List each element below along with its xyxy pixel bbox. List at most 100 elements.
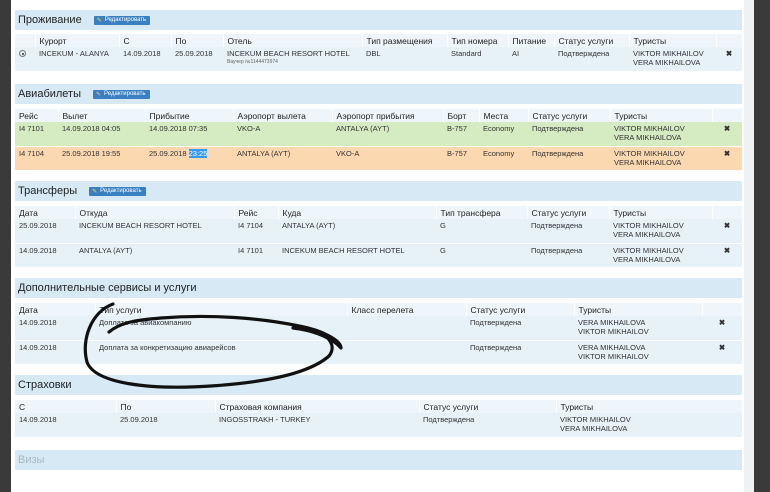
column-header: Отель — [223, 34, 363, 47]
cell-room: Standard — [447, 47, 508, 72]
tourist-name: VIKTOR MIKHAILOV — [613, 245, 684, 255]
table-row: 14.09.2018 25.09.2018 INGOSSTRAKH - TURK… — [15, 413, 742, 438]
cell-date: 14.09.2018 — [15, 340, 95, 365]
cell-resort: INCEKUM - ALANYA — [35, 47, 119, 72]
cell-date: 25.09.2018 — [15, 219, 75, 244]
cell-date: 14.09.2018 — [15, 316, 95, 341]
column-header: Рейс — [234, 206, 279, 219]
cell-date: 14.09.2018 — [15, 243, 75, 268]
column-header: Статус услуги — [554, 34, 630, 47]
column-header: Питание — [508, 34, 555, 47]
tourist-name: VERA MIKHAILOVA — [613, 254, 681, 264]
tourist-name: VIKTOR MIKHAILOV — [578, 351, 649, 361]
tourist-name: VERA MIKHAILOVA — [613, 230, 681, 239]
column-header: Рейс — [15, 109, 59, 122]
section-title: Трансферы — [18, 185, 78, 197]
column-header: Аэропорт прибытия — [332, 109, 444, 122]
column-header: Статус услуги — [419, 400, 557, 413]
column-header: По — [171, 34, 224, 47]
table-header-row: Дата Тип услуги Класс перелета Статус ус… — [15, 303, 743, 316]
edit-button-label: Редактировать — [104, 91, 146, 97]
section-header-accommodation: Проживание ✎ Редактировать — [15, 10, 742, 30]
booking-details-page: Проживание ✎ Редактировать Курорт С По От… — [11, 0, 744, 492]
edit-flights-button[interactable]: ✎ Редактировать — [93, 89, 150, 99]
cell-to: ANTALYA (AYT) — [278, 219, 436, 244]
delete-x-icon[interactable]: ✖ — [702, 316, 742, 341]
table-header-row: Курорт С По Отель Тип размещения Тип ном… — [15, 34, 743, 47]
column-header: Курорт — [35, 34, 120, 47]
cell-from: ANTALYA (AYT) — [75, 243, 234, 268]
column-header: Статус услуги — [466, 303, 575, 316]
tourist-name: VERA MIKHAILOVA — [578, 318, 646, 327]
cell-to-airport: VKO-A — [332, 146, 443, 171]
cell-status: Подтверждена — [528, 122, 610, 147]
cell-arrival: 14.09.2018 07:35 — [145, 122, 233, 147]
cell-status: Подтверждена — [527, 243, 609, 268]
section-title: Проживание — [18, 14, 82, 26]
voucher-number: Ваучер №1144473974 — [227, 59, 278, 65]
cell-board: B-757 — [443, 122, 479, 147]
cell-status: Подтверждена — [528, 146, 610, 171]
edit-transfers-button[interactable]: ✎ Редактировать — [89, 186, 146, 196]
table-row: 14.09.2018 Доплата за авиакомпанию Подтв… — [15, 316, 742, 341]
cell-tourists: VIKTOR MIKHAILOV VERA MIKHAILOVA — [610, 146, 712, 171]
table-header-row: С По Страховая компания Статус услуги Ту… — [15, 400, 743, 413]
column-header: Статус услуги — [528, 109, 611, 122]
delete-x-icon[interactable]: ✖ — [712, 243, 742, 268]
delete-x-icon[interactable]: ✖ — [712, 122, 742, 147]
cell-arrival: 25.09.2018 23:25 — [145, 146, 233, 171]
cell-tourists: VIKTOR MIKHAILOV VERA MIKHAILOVA — [556, 413, 742, 438]
column-header: Борт — [443, 109, 480, 122]
cell-from-airport: VKO-A — [233, 122, 332, 147]
delete-x-icon[interactable]: ✖ — [712, 146, 742, 171]
column-header: С — [15, 400, 117, 413]
column-header: Класс перелета — [347, 303, 467, 316]
cell-flight: I4 7101 — [234, 243, 278, 268]
column-header: Туристы — [610, 109, 713, 122]
column-header: Куда — [278, 206, 437, 219]
cell-status: Подтверждена — [419, 413, 556, 438]
tourist-name: VERA MIKHAILOVA — [633, 58, 701, 67]
select-radio[interactable] — [19, 50, 26, 57]
cell-flight: I4 7104 — [234, 219, 278, 244]
cell-hotel: INCEKUM BEACH RESORT HOTEL Ваучер №114447… — [223, 47, 362, 72]
table-row: I4 7101 14.09.2018 04:05 14.09.2018 07:3… — [15, 122, 742, 147]
cell-to-airport: ANTALYA (AYT) — [332, 122, 443, 147]
delete-x-icon[interactable]: ✖ — [712, 219, 742, 244]
column-header: Места — [479, 109, 529, 122]
table-row: 14.09.2018 Доплата за конкретизацию авиа… — [15, 340, 742, 365]
delete-x-icon[interactable]: ✖ — [702, 340, 742, 365]
column-header: Туристы — [556, 400, 743, 413]
cell-from: 14.09.2018 — [119, 47, 171, 72]
pencil-icon: ✎ — [96, 17, 102, 24]
cell-tourists: VERA MIKHAILOVA VIKTOR MIKHAILOV — [574, 340, 702, 365]
column-header: Тип трансфера — [436, 206, 528, 219]
column-header: Вылет — [58, 109, 146, 122]
column-header: Туристы — [629, 34, 717, 47]
edit-accommodation-button[interactable]: ✎ Редактировать — [93, 15, 151, 25]
cell-status: Подтверждена — [527, 219, 609, 244]
column-header: По — [116, 400, 216, 413]
cell-type: Доплата за конкретизацию авиарейсов — [95, 340, 347, 365]
cell-to: 25.09.2018 — [171, 47, 223, 72]
tourist-name: VIKTOR MIKHAILOV — [633, 49, 704, 58]
cell-status: Подтверждена — [466, 316, 574, 341]
cell-class — [347, 316, 466, 341]
column-header: Тип номера — [447, 34, 509, 47]
cell-seats: Economy — [479, 122, 528, 147]
cell-to: 25.09.2018 — [116, 413, 215, 438]
tourist-name: VERA MIKHAILOVA — [614, 157, 682, 167]
section-title: Визы — [18, 454, 45, 466]
cell-board: B-757 — [443, 146, 479, 171]
column-header: Статус услуги — [527, 206, 610, 219]
section-header-visas: Визы — [15, 450, 742, 470]
scrollbar-track[interactable] — [744, 0, 754, 492]
cell-from: 14.09.2018 — [15, 413, 116, 438]
delete-x-icon[interactable]: ✖ — [716, 47, 742, 72]
table-row: 25.09.2018 INCEKUM BEACH RESORT HOTEL I4… — [15, 219, 742, 244]
column-header: Страховая компания — [215, 400, 420, 413]
column-header: Аэропорт вылета — [233, 109, 333, 122]
cell-from: INCEKUM BEACH RESORT HOTEL — [75, 219, 234, 244]
tourist-name: VIKTOR MIKHAILOV — [614, 124, 685, 133]
section-header-flights: Авиабилеты ✎ Редактировать — [15, 84, 742, 104]
